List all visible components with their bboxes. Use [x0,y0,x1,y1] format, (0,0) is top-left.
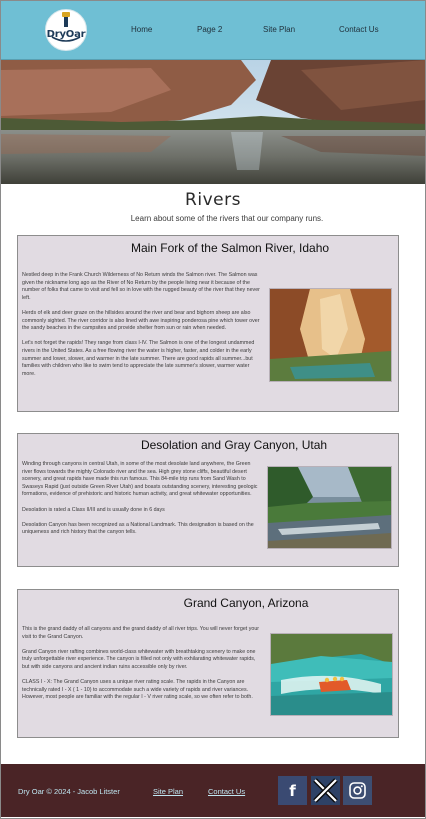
site-header: DryOar Home Page 2 Site Plan Contact Us [1,1,425,60]
x-button[interactable] [311,776,340,805]
river-paragraph: Herds of elk and deer graze on the hills… [22,309,260,332]
footer-contact-link[interactable]: Contact Us [208,787,245,796]
river-card-title: Desolation and Gray Canyon, Utah [140,438,328,452]
instagram-button[interactable] [343,776,372,805]
nav-site-plan[interactable]: Site Plan [263,25,295,34]
instagram-icon [349,782,366,799]
river-paragraph: Nestled deep in the Frank Church Wildern… [22,272,260,301]
river-paragraph: Winding through canyons in central Utah,… [22,461,258,498]
river-paragraph: Let's not forget the rapids! They range … [22,340,255,377]
river-card-body: This is the grand daddy of all canyons a… [22,626,260,710]
dry-oar-logo[interactable]: DryOar [45,9,87,51]
page-subtitle: Learn about some of the rivers that our … [130,214,324,223]
green-river-image [267,466,392,549]
footer-copyright: Dry Oar © 2024 - Jacob Litster [18,787,120,796]
nav-home[interactable]: Home [131,25,152,34]
facebook-icon: f [289,781,296,800]
river-paragraph: Grand Canyon river rafting combines worl… [22,648,256,670]
footer-site-plan-link[interactable]: Site Plan [153,787,183,796]
river-card-title: Main Fork of the Salmon River, Idaho [130,241,330,255]
page-title: Rivers [185,190,241,210]
nav-contact-us[interactable]: Contact Us [339,25,379,34]
river-paragraph: Desolation Canyon has been recognized as… [22,521,254,536]
river-card-desolation: Desolation and Gray Canyon, Utah Winding… [17,433,399,567]
river-card-body: Nestled deep in the Frank Church Wildern… [22,272,260,386]
river-paragraph: Desolation is rated a Class II/III and i… [22,506,165,513]
river-card-grand-canyon: Grand Canyon, Arizona This is the grand … [17,589,399,738]
river-card-salmon: Main Fork of the Salmon River, Idaho Nes… [17,235,399,412]
river-paragraph: CLASS I - X: The Grand Canyon uses a uni… [22,679,253,701]
x-icon [312,777,339,804]
logo-text: DryOar [46,29,86,40]
rafting-image [270,633,393,716]
site-footer: Dry Oar © 2024 - Jacob Litster Site Plan… [1,764,425,817]
slot-canyon-image [269,288,392,382]
hero-canyon-river-image [1,60,425,184]
river-card-body: Winding through canyons in central Utah,… [22,461,262,545]
river-paragraph: This is the grand daddy of all canyons a… [22,626,260,640]
nav-page-2[interactable]: Page 2 [197,25,222,34]
river-card-title: Grand Canyon, Arizona [183,596,309,610]
facebook-button[interactable]: f [278,776,307,805]
